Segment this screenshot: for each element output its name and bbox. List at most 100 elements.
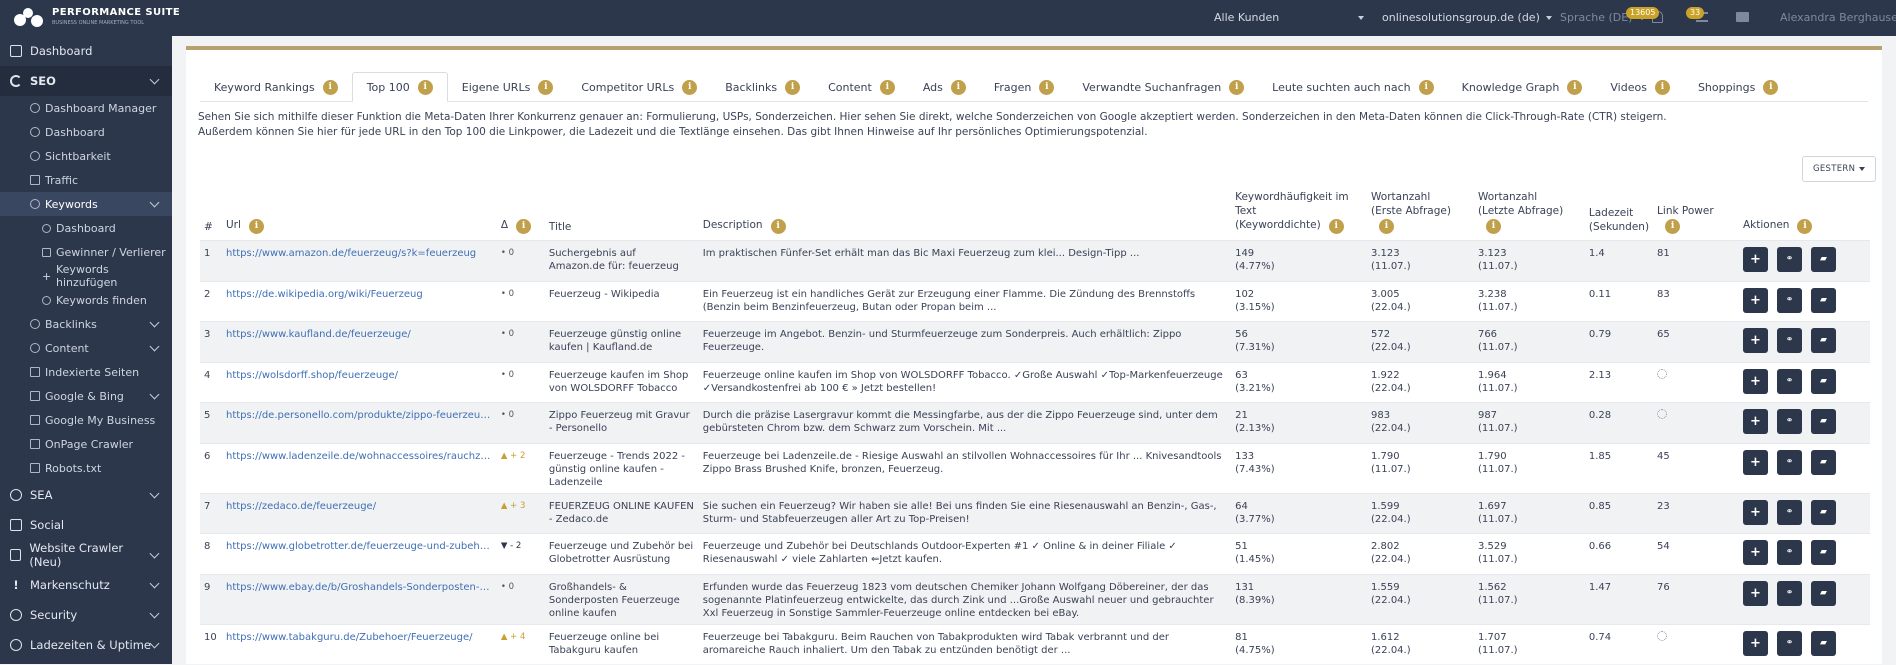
sidebar-item-onpage-crawler[interactable]: OnPage Crawler bbox=[0, 432, 172, 456]
info-icon[interactable]: i bbox=[1567, 79, 1583, 95]
row-url-link[interactable]: https://www.ebay.de/b/Groshandels-Sonder… bbox=[221, 573, 497, 624]
sidebar-item-sea[interactable]: SEA bbox=[0, 480, 172, 510]
sidebar-item-gewinner-verlierer[interactable]: Gewinner / Verlierer bbox=[0, 240, 172, 264]
link-button[interactable]: ⚭ bbox=[1776, 449, 1802, 475]
info-icon[interactable]: i bbox=[1797, 219, 1813, 234]
sidebar-item-security[interactable]: Security bbox=[0, 600, 172, 630]
add-button[interactable]: + bbox=[1742, 630, 1768, 656]
row-url-link[interactable]: https://www.kaufland.de/feuerzeuge/ bbox=[221, 321, 497, 362]
link-button[interactable]: ⚭ bbox=[1776, 499, 1802, 525]
sidebar-item-robots-txt[interactable]: Robots.txt bbox=[0, 456, 172, 480]
info-icon[interactable]: i bbox=[682, 79, 698, 95]
info-icon[interactable]: i bbox=[538, 79, 554, 95]
sidebar-item-dashboard-manager[interactable]: Dashboard Manager bbox=[0, 96, 172, 120]
col-title[interactable]: Title bbox=[545, 190, 699, 241]
sidebar-item-seo-dashboard[interactable]: Dashboard bbox=[0, 120, 172, 144]
row-url-link[interactable]: https://www.amazon.de/feuerzeug/s?k=feue… bbox=[221, 240, 497, 281]
sidebar-item-keywords-dashboard[interactable]: Dashboard bbox=[0, 216, 172, 240]
comment-button[interactable]: ▰ bbox=[1810, 630, 1836, 656]
row-url-link[interactable]: https://de.personello.com/produkte/zippo… bbox=[221, 402, 497, 443]
info-icon[interactable]: i bbox=[770, 219, 786, 234]
col-delta[interactable]: Δi bbox=[497, 190, 545, 241]
tab-ads[interactable]: Ads i bbox=[909, 72, 980, 102]
comment-button[interactable]: ▰ bbox=[1810, 580, 1836, 606]
info-icon[interactable]: i bbox=[1229, 79, 1245, 95]
sidebar-item-indexierte-seiten[interactable]: Indexierte Seiten bbox=[0, 360, 172, 384]
sidebar-item-google-bing[interactable]: Google & Bing bbox=[0, 384, 172, 408]
comment-button[interactable]: ▰ bbox=[1810, 540, 1836, 565]
add-button[interactable]: + bbox=[1742, 449, 1768, 475]
add-button[interactable]: + bbox=[1742, 287, 1768, 313]
info-icon[interactable]: i bbox=[1665, 219, 1681, 234]
info-icon[interactable]: i bbox=[322, 79, 338, 95]
info-icon[interactable]: i bbox=[1379, 219, 1395, 234]
info-icon[interactable]: i bbox=[248, 219, 264, 234]
tab-verwandte-suchanfragen[interactable]: Verwandte Suchanfragen i bbox=[1068, 72, 1258, 102]
tab-videos[interactable]: Videos i bbox=[1596, 72, 1684, 102]
sidebar-item-ladezeiten-uptime[interactable]: Ladezeiten & Uptime bbox=[0, 630, 172, 660]
sidebar-item-website-crawler[interactable]: Website Crawler (Neu) bbox=[0, 540, 172, 570]
sidebar-item-markenschutz[interactable]: ! Markenschutz bbox=[0, 570, 172, 600]
comment-button[interactable]: ▰ bbox=[1810, 368, 1836, 394]
sidebar-item-google-my-business[interactable]: Google My Business bbox=[0, 408, 172, 432]
col-link-power[interactable]: Link Poweri bbox=[1653, 190, 1739, 241]
sidebar-item-keywords-hinzufuegen[interactable]: + Keywords hinzufügen bbox=[0, 263, 172, 289]
sidebar-item-seo[interactable]: SEO bbox=[0, 66, 172, 96]
link-button[interactable]: ⚭ bbox=[1776, 287, 1802, 313]
col-wordcount-last[interactable]: Wortanzahl (Letzte Abfrage)i bbox=[1474, 190, 1585, 241]
mail-icon[interactable] bbox=[1736, 12, 1749, 22]
tab-content[interactable]: Content i bbox=[814, 72, 909, 102]
info-icon[interactable]: i bbox=[1328, 219, 1344, 234]
info-icon[interactable]: i bbox=[516, 219, 532, 234]
comment-button[interactable]: ▰ bbox=[1810, 449, 1836, 475]
row-url-link[interactable]: https://www.ladenzeile.de/wohnaccessoire… bbox=[221, 442, 497, 493]
col-wordcount-first[interactable]: Wortanzahl (Erste Abfrage)i bbox=[1367, 190, 1474, 241]
comment-button[interactable]: ▰ bbox=[1810, 287, 1836, 313]
link-button[interactable]: ⚭ bbox=[1776, 540, 1802, 565]
comment-button[interactable]: ▰ bbox=[1810, 409, 1836, 434]
sidebar-item-keywords[interactable]: Keywords bbox=[0, 192, 172, 216]
tab-fragen[interactable]: Fragen i bbox=[980, 72, 1069, 102]
tab-top-100[interactable]: Top 100 i bbox=[351, 72, 448, 102]
col-description[interactable]: Description i bbox=[699, 190, 1231, 241]
brand-logo[interactable]: PERFORMANCE SUITE BUSINESS ONLINE MARKET… bbox=[12, 6, 180, 30]
link-button[interactable]: ⚭ bbox=[1776, 580, 1802, 606]
add-button[interactable]: + bbox=[1742, 328, 1768, 353]
user-menu[interactable]: Alexandra Berghausen bbox=[1780, 11, 1896, 24]
tab-competitor-urls[interactable]: Competitor URLs i bbox=[567, 72, 711, 102]
add-button[interactable]: + bbox=[1742, 540, 1768, 565]
tab-knowledge-graph[interactable]: Knowledge Graph i bbox=[1448, 72, 1597, 102]
row-url-link[interactable]: https://de.wikipedia.org/wiki/Feuerzeug bbox=[221, 280, 497, 322]
comment-button[interactable]: ▰ bbox=[1810, 328, 1836, 353]
row-url-link[interactable]: https://www.globetrotter.de/feuerzeuge-u… bbox=[221, 533, 497, 574]
tab-leute-suchten-auch-nach[interactable]: Leute suchten auch nach i bbox=[1258, 72, 1447, 102]
info-icon[interactable]: i bbox=[950, 79, 966, 95]
link-button[interactable]: ⚭ bbox=[1776, 368, 1802, 394]
sidebar-item-traffic[interactable]: Traffic bbox=[0, 168, 172, 192]
info-icon[interactable]: i bbox=[785, 79, 801, 95]
sidebar-item-content[interactable]: Content bbox=[0, 336, 172, 360]
domain-select[interactable]: onlinesolutionsgroup.de (de) bbox=[1382, 11, 1552, 24]
sidebar-item-dashboard[interactable]: Dashboard bbox=[0, 36, 172, 66]
info-icon[interactable]: i bbox=[1418, 79, 1434, 95]
comment-button[interactable]: ▰ bbox=[1810, 247, 1836, 272]
info-icon[interactable]: i bbox=[1485, 219, 1501, 234]
sidebar-item-backlinks[interactable]: Backlinks bbox=[0, 312, 172, 336]
tab-shoppings[interactable]: Shoppings i bbox=[1684, 72, 1792, 102]
row-url-link[interactable]: https://wolsdorff.shop/feuerzeuge/ bbox=[221, 361, 497, 403]
col-keyword-density[interactable]: Keywordhäufigkeit im Text (Keyworddichte)… bbox=[1231, 190, 1367, 241]
add-button[interactable]: + bbox=[1742, 409, 1768, 434]
comment-button[interactable]: ▰ bbox=[1810, 499, 1836, 525]
sidebar-item-keywords-finden[interactable]: Keywords finden bbox=[0, 288, 172, 312]
info-icon[interactable]: i bbox=[1654, 79, 1670, 95]
info-icon[interactable]: i bbox=[417, 79, 433, 95]
col-url[interactable]: Url i bbox=[222, 190, 497, 241]
add-button[interactable]: + bbox=[1742, 499, 1768, 525]
date-range-dropdown[interactable]: GESTERN bbox=[1802, 156, 1877, 182]
customer-select[interactable]: Alle Kunden bbox=[1214, 11, 1279, 24]
row-url-link[interactable]: https://zedaco.de/feuerzeuge/ bbox=[221, 492, 497, 534]
link-button[interactable]: ⚭ bbox=[1776, 409, 1802, 434]
link-button[interactable]: ⚭ bbox=[1776, 328, 1802, 353]
tab-keyword-rankings[interactable]: Keyword Rankings i bbox=[200, 72, 352, 102]
tab-backlinks[interactable]: Backlinks i bbox=[711, 72, 814, 102]
